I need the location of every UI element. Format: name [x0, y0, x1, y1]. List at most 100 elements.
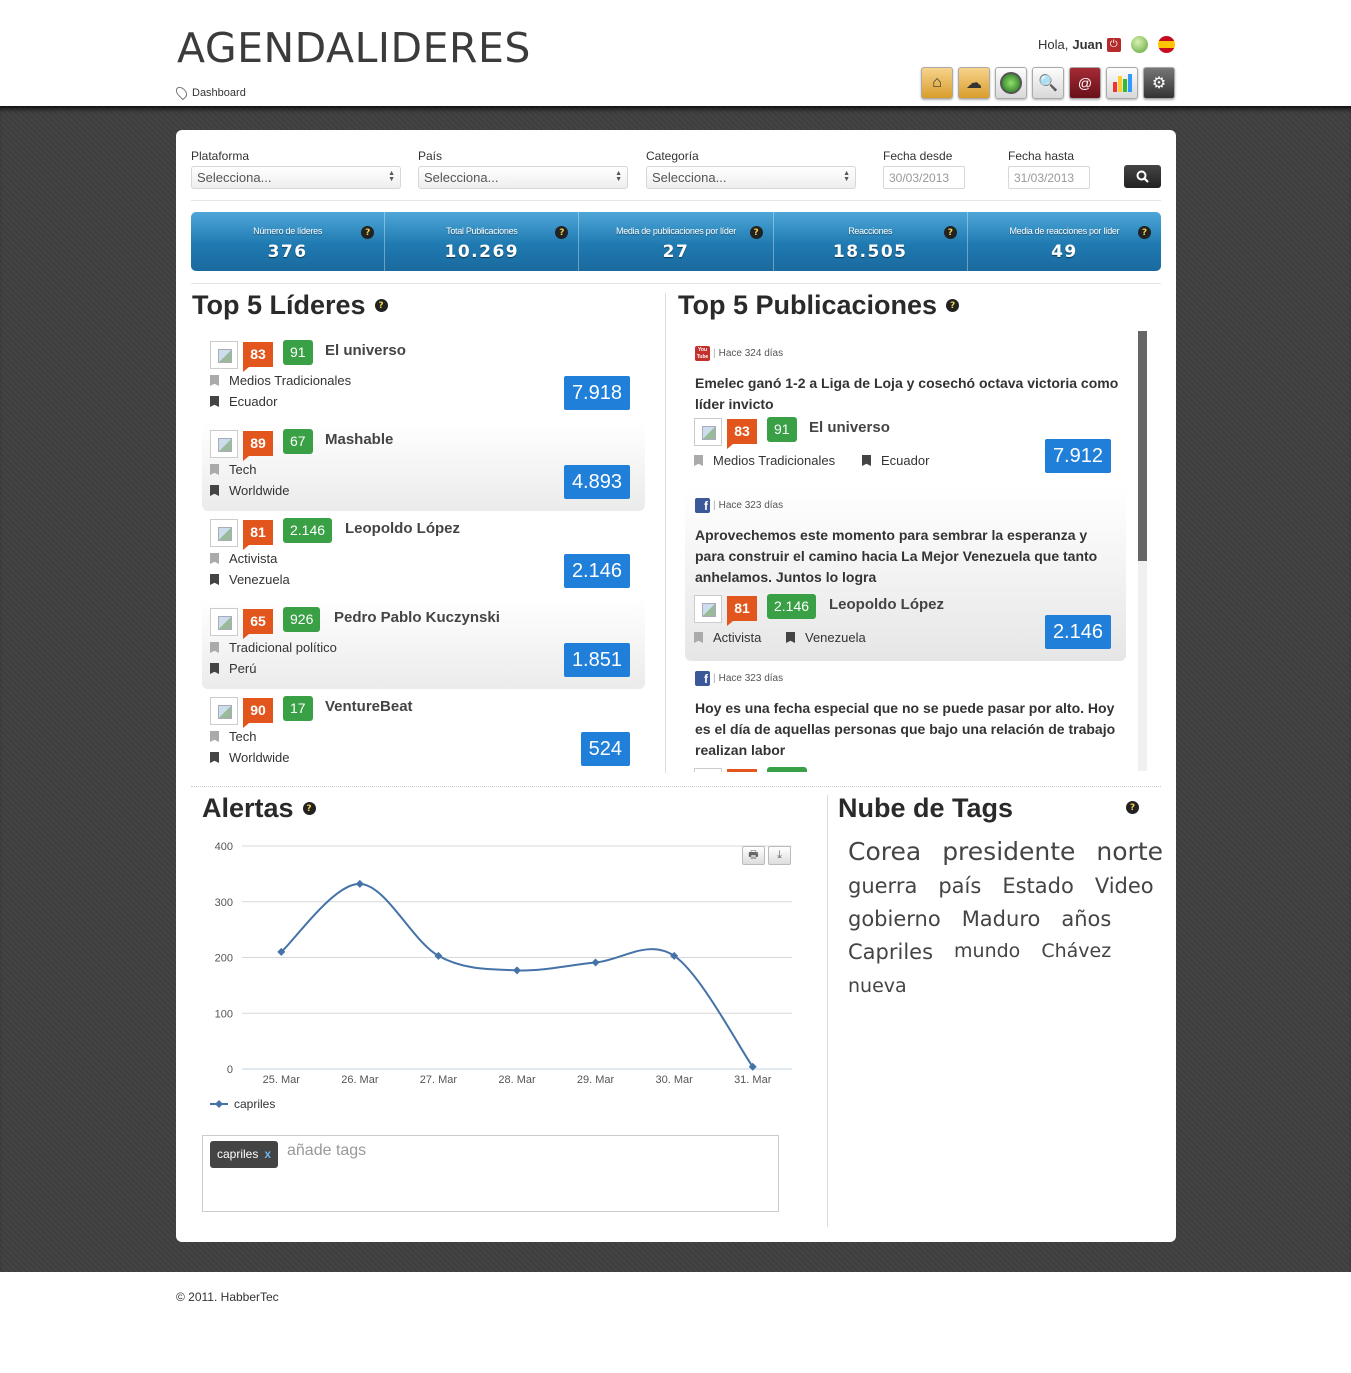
tag-cloud-row: Capriles mundo Chávez: [848, 940, 1132, 964]
leader-item[interactable]: 83 91 El universo Medios Tradicionales E…: [202, 333, 645, 422]
tag-icon: [786, 632, 795, 643]
leader-category: Tradicional político: [210, 640, 337, 655]
logout-icon[interactable]: ⏻: [1106, 37, 1121, 52]
leader-item[interactable]: 65 926 Pedro Pablo Kuczynski Tradicional…: [202, 600, 645, 689]
publication-item[interactable]: You Tube | Hace 324 días Emelec ganó 1-2 a …: [685, 336, 1126, 509]
publications-scrollbar[interactable]: [1138, 331, 1147, 771]
publication-author[interactable]: El universo: [809, 419, 890, 436]
spain-flag-icon[interactable]: [1157, 36, 1175, 53]
help-icon[interactable]: ?: [1126, 801, 1139, 814]
cloud-tag[interactable]: nueva: [848, 975, 907, 997]
leader-category-label: Medios Tradicionales: [229, 373, 352, 388]
alerts-title: Alertas: [202, 793, 294, 823]
app-logo[interactable]: AGENDALIDERES: [177, 24, 531, 72]
help-icon[interactable]: ?: [1138, 226, 1152, 239]
publications-list[interactable]: You Tube | Hace 324 días Emelec ganó 1-2 a …: [685, 336, 1148, 772]
stat-label: Media de publicaciones por líder: [616, 226, 736, 236]
date-to-input[interactable]: 31/03/2013: [1008, 166, 1090, 189]
cloud-tag[interactable]: Maduro: [962, 907, 1041, 931]
cloud-tag[interactable]: gobierno: [848, 907, 941, 931]
publication-text[interactable]: Emelec ganó 1-2 a Liga de Loja y cosechó…: [695, 373, 1120, 415]
globe-icon[interactable]: [1130, 36, 1148, 53]
publication-text[interactable]: Hoy es una fecha especial que no se pued…: [695, 698, 1120, 761]
top-header: AGENDALIDERES Dashboard Hola, Juan ⏻ ⌂ ☁…: [0, 0, 1351, 106]
scrollbar-thumb[interactable]: [1138, 331, 1147, 561]
data-point[interactable]: [355, 879, 364, 888]
publication-author[interactable]: Leopoldo López: [829, 596, 944, 613]
leader-country-label: Perú: [229, 661, 257, 676]
top-leaders-heading: Top 5 Líderes ?: [192, 290, 388, 321]
leader-country: Worldwide: [210, 750, 289, 765]
leader-item[interactable]: 90 17 VentureBeat Tech Worldwide 524: [202, 689, 645, 778]
cloud-tag[interactable]: país: [938, 874, 981, 898]
date-from-input[interactable]: 30/03/2013: [883, 166, 965, 189]
contacts-icon[interactable]: @: [1069, 67, 1101, 99]
tags-input-box[interactable]: capriles x añade tags: [202, 1135, 779, 1212]
help-icon[interactable]: ?: [374, 299, 388, 312]
radar-icon[interactable]: [995, 67, 1027, 99]
data-point[interactable]: [513, 966, 521, 975]
data-point[interactable]: [591, 958, 600, 967]
publication-item[interactable]: f | Hace 323 días Aprovechemos este moment…: [685, 488, 1126, 661]
cloud-tag[interactable]: mundo: [954, 940, 1020, 964]
avatar: [210, 519, 238, 547]
help-icon[interactable]: ?: [749, 226, 763, 239]
help-icon[interactable]: ?: [946, 299, 960, 312]
y-tick-label: 200: [215, 953, 233, 965]
help-icon[interactable]: ?: [555, 226, 569, 239]
cloud-folder-icon[interactable]: ☁: [958, 67, 990, 99]
cloud-tag[interactable]: años: [1061, 907, 1111, 931]
avatar: [694, 595, 722, 623]
leader-total: 7.918: [563, 376, 630, 410]
score-badge-green: 17: [283, 696, 313, 721]
search-icon[interactable]: 🔍: [1032, 67, 1064, 99]
leader-name[interactable]: El universo: [325, 342, 406, 359]
user-name[interactable]: Juan: [1072, 37, 1102, 52]
print-chart-button[interactable]: 🖶: [742, 846, 765, 865]
country-select[interactable]: Selecciona... ▲ ▼: [418, 166, 628, 189]
publication-country-label: Venezuela: [805, 630, 866, 645]
leader-item[interactable]: 81 2.146 Leopoldo López Activista Venezu…: [202, 511, 645, 600]
help-icon[interactable]: ?: [361, 226, 375, 239]
cloud-tag[interactable]: norte: [1096, 837, 1163, 866]
cloud-tag[interactable]: Estado: [1002, 874, 1074, 898]
y-tick-label: 300: [215, 897, 233, 909]
home-folder-icon[interactable]: ⌂: [921, 67, 953, 99]
remove-tag-icon[interactable]: x: [264, 1141, 271, 1168]
stat-value: 10.269: [444, 242, 520, 262]
platform-select[interactable]: Selecciona... ▲ ▼: [191, 166, 401, 189]
help-icon[interactable]: ?: [943, 226, 957, 239]
publication-text[interactable]: Aprovechemos este momento para sembrar l…: [695, 525, 1120, 588]
tag-icon: [210, 574, 219, 585]
leader-name[interactable]: VentureBeat: [325, 698, 413, 715]
settings-icon[interactable]: ⚙: [1143, 67, 1175, 99]
cloud-tag[interactable]: presidente: [942, 837, 1075, 866]
score-badge-orange: 65: [243, 609, 273, 639]
help-icon[interactable]: ?: [302, 802, 316, 815]
leader-item[interactable]: 89 67 Mashable Tech Worldwide 4.893: [202, 422, 645, 511]
score-badge-green: [767, 767, 807, 772]
cloud-tag[interactable]: Corea: [848, 837, 921, 866]
chart-legend[interactable]: capriles: [210, 1097, 275, 1111]
series-points: [277, 879, 757, 1071]
tag-chip-label: capriles: [217, 1147, 259, 1161]
cloud-tag[interactable]: guerra: [848, 874, 917, 898]
download-chart-button[interactable]: ⤓: [768, 846, 791, 865]
chart-y-axis: 0 100 200 300 400: [215, 841, 233, 1076]
cloud-tag[interactable]: Chávez: [1041, 940, 1111, 964]
leader-name[interactable]: Mashable: [325, 431, 393, 448]
category-select[interactable]: Selecciona... ▲ ▼: [646, 166, 856, 189]
search-button[interactable]: [1124, 165, 1161, 188]
leader-name[interactable]: Leopoldo López: [345, 520, 460, 537]
cloud-tag[interactable]: Video: [1095, 874, 1154, 898]
publication-item[interactable]: f | Hace 323 días Hoy es una fecha especia…: [685, 661, 1126, 772]
breadcrumb-dashboard[interactable]: Dashboard: [192, 87, 246, 99]
tags-input[interactable]: añade tags: [287, 1142, 366, 1160]
leader-category-label: Activista: [229, 551, 278, 566]
stat-leaders: Número de líderes ? 376: [191, 212, 386, 271]
chart-icon[interactable]: [1106, 67, 1138, 99]
cloud-tag[interactable]: Capriles: [848, 940, 933, 964]
alerts-heading: Alertas ?: [202, 793, 316, 824]
publication-total: 7.912: [1044, 439, 1111, 473]
leader-name[interactable]: Pedro Pablo Kuczynski: [334, 609, 500, 626]
